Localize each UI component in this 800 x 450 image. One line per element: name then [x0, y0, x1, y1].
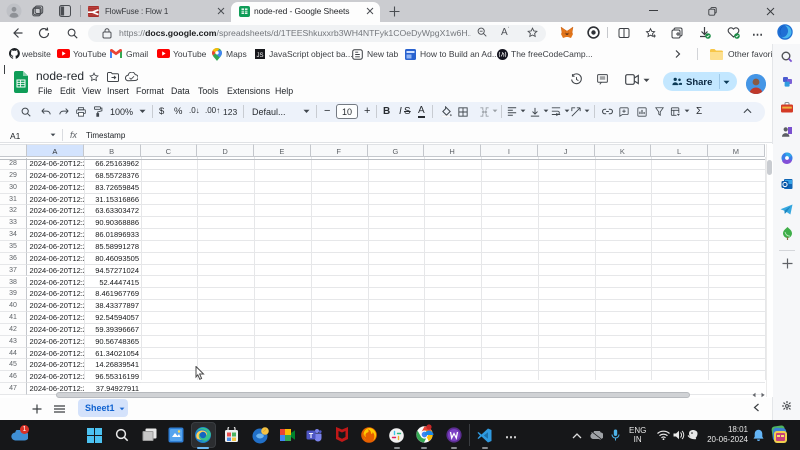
svg-text:T: T [309, 433, 314, 440]
svg-text:JS: JS [256, 53, 263, 59]
